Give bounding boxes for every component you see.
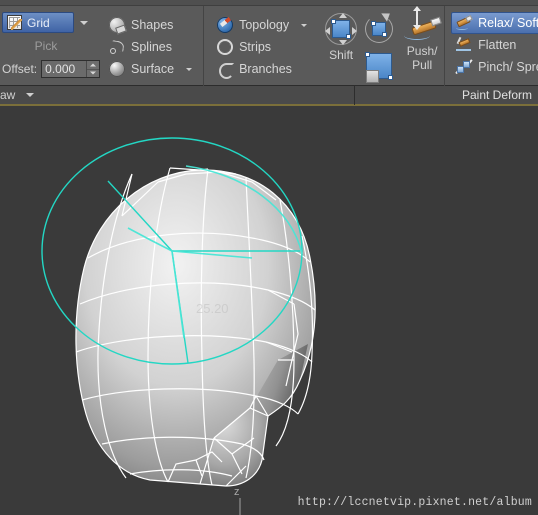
pick-label: Pick bbox=[34, 39, 58, 53]
pinch-spread-label: Pinch/ Spread bbox=[478, 60, 538, 74]
strips-button[interactable]: Strips bbox=[212, 36, 276, 58]
panel-draw-shapes: Shapes Splines Surface bbox=[96, 6, 203, 86]
draw-tab-label: aw bbox=[0, 88, 16, 102]
panel-paint-deform: Relax/ Soften Flatten Pinch/ Spread bbox=[444, 6, 538, 86]
branch-spiral-icon bbox=[217, 61, 235, 79]
flatten-brush-icon bbox=[456, 36, 472, 53]
branches-label: Branches bbox=[239, 62, 292, 76]
strips-label: Strips bbox=[239, 40, 272, 54]
panel-shift: Shift bbox=[318, 6, 400, 86]
grid-icon bbox=[7, 15, 22, 30]
rotate-square bbox=[371, 21, 388, 37]
pinch-spread-button[interactable]: Pinch/ Spread bbox=[451, 56, 538, 78]
brush-tip bbox=[430, 16, 442, 27]
topology-globe-icon bbox=[217, 17, 234, 33]
scale-square-icon[interactable] bbox=[362, 51, 396, 85]
shapes-button[interactable]: Shapes bbox=[104, 14, 178, 36]
move-arrow-up bbox=[339, 13, 348, 18]
flatten-label: Flatten bbox=[478, 38, 517, 52]
push-pull-label-line2: Pull bbox=[412, 58, 433, 72]
ribbon-footer: aw Paint Deform bbox=[0, 85, 538, 106]
relax-soften-button[interactable]: Relax/ Soften bbox=[451, 12, 538, 34]
splines-label: Splines bbox=[131, 40, 172, 54]
flatten-button[interactable]: Flatten bbox=[451, 34, 521, 56]
move-arrows-icon[interactable] bbox=[324, 12, 358, 46]
move-arrow-left bbox=[325, 27, 331, 35]
shift-move-group: Shift bbox=[324, 12, 358, 62]
relax-brush-icon bbox=[456, 14, 473, 31]
grid-button-row: Grid bbox=[2, 12, 88, 33]
pinch-spread-icon bbox=[455, 59, 473, 75]
dashed-circle-icon bbox=[217, 39, 233, 55]
panel-push-pull: Push/ Pull bbox=[400, 6, 444, 86]
brush-size-readout: 25.20 bbox=[196, 301, 229, 316]
sphere-shapes-icon bbox=[109, 17, 125, 33]
branches-button[interactable]: Branches bbox=[212, 58, 297, 80]
surface-dropdown-chevron-down-icon[interactable] bbox=[186, 67, 193, 71]
panel-draw-topology: Topology Strips Branches bbox=[203, 6, 318, 86]
application-window: Grid Pick Offset: 0.000 Shapes Splines S… bbox=[0, 0, 538, 515]
up-down-arrow-icon bbox=[413, 6, 422, 30]
shift-group: Shift bbox=[324, 9, 396, 85]
move-square bbox=[331, 19, 352, 39]
grid-button-label: Grid bbox=[27, 15, 50, 30]
topology-label: Topology bbox=[239, 18, 290, 32]
shapes-label: Shapes bbox=[131, 18, 174, 32]
axis-gizmo: z y x bbox=[234, 486, 241, 515]
draw-tab[interactable]: aw bbox=[0, 88, 35, 102]
grid-dropdown-chevron-down-icon[interactable] bbox=[80, 20, 88, 25]
shift-transform-group bbox=[362, 9, 396, 85]
surface-button[interactable]: Surface bbox=[104, 58, 197, 80]
head-mesh-surface bbox=[75, 169, 316, 486]
grid-button[interactable]: Grid bbox=[2, 12, 74, 33]
scale-square-small bbox=[366, 70, 380, 83]
surface-label: Surface bbox=[131, 62, 175, 76]
spline-curve-icon bbox=[109, 39, 125, 55]
paint-deform-tab-label: Paint Deform bbox=[461, 88, 532, 102]
sphere-surface-icon bbox=[109, 61, 125, 77]
viewport-canvas: 25.20 z y x bbox=[41, 137, 316, 515]
rotate-square-icon[interactable] bbox=[362, 9, 396, 46]
axis-z-label: z bbox=[234, 486, 240, 498]
watermark-url: http://lccnetvip.pixnet.net/album bbox=[297, 496, 532, 509]
relax-soften-label: Relax/ Soften bbox=[478, 16, 538, 30]
shift-label: Shift bbox=[329, 48, 354, 62]
ribbon-panels: Grid Pick Offset: 0.000 Shapes Splines S… bbox=[0, 6, 538, 86]
move-arrow-right bbox=[352, 27, 358, 35]
panel-grid: Grid Pick Offset: bbox=[0, 6, 101, 86]
topology-button[interactable]: Topology bbox=[212, 14, 312, 36]
push-pull-brush-icon[interactable] bbox=[402, 6, 442, 44]
ribbon-toolbar: Grid Pick Offset: 0.000 Shapes Splines S… bbox=[0, 0, 538, 86]
topology-dropdown-chevron-down-icon[interactable] bbox=[301, 23, 308, 27]
draw-tab-chevron-down-icon[interactable] bbox=[26, 93, 35, 97]
move-arrow-down bbox=[339, 40, 348, 45]
footer-divider bbox=[354, 85, 356, 105]
splines-button[interactable]: Splines bbox=[104, 36, 177, 58]
3d-viewport[interactable]: 25.20 z y x http://lccnetvip.pixnet.net/… bbox=[0, 108, 538, 515]
offset-row: Offset: bbox=[2, 60, 101, 78]
push-pull-label-line1: Push/ bbox=[406, 44, 438, 58]
offset-input[interactable] bbox=[42, 61, 87, 77]
offset-stepper[interactable] bbox=[41, 60, 101, 78]
offset-label: Offset: bbox=[2, 62, 38, 76]
